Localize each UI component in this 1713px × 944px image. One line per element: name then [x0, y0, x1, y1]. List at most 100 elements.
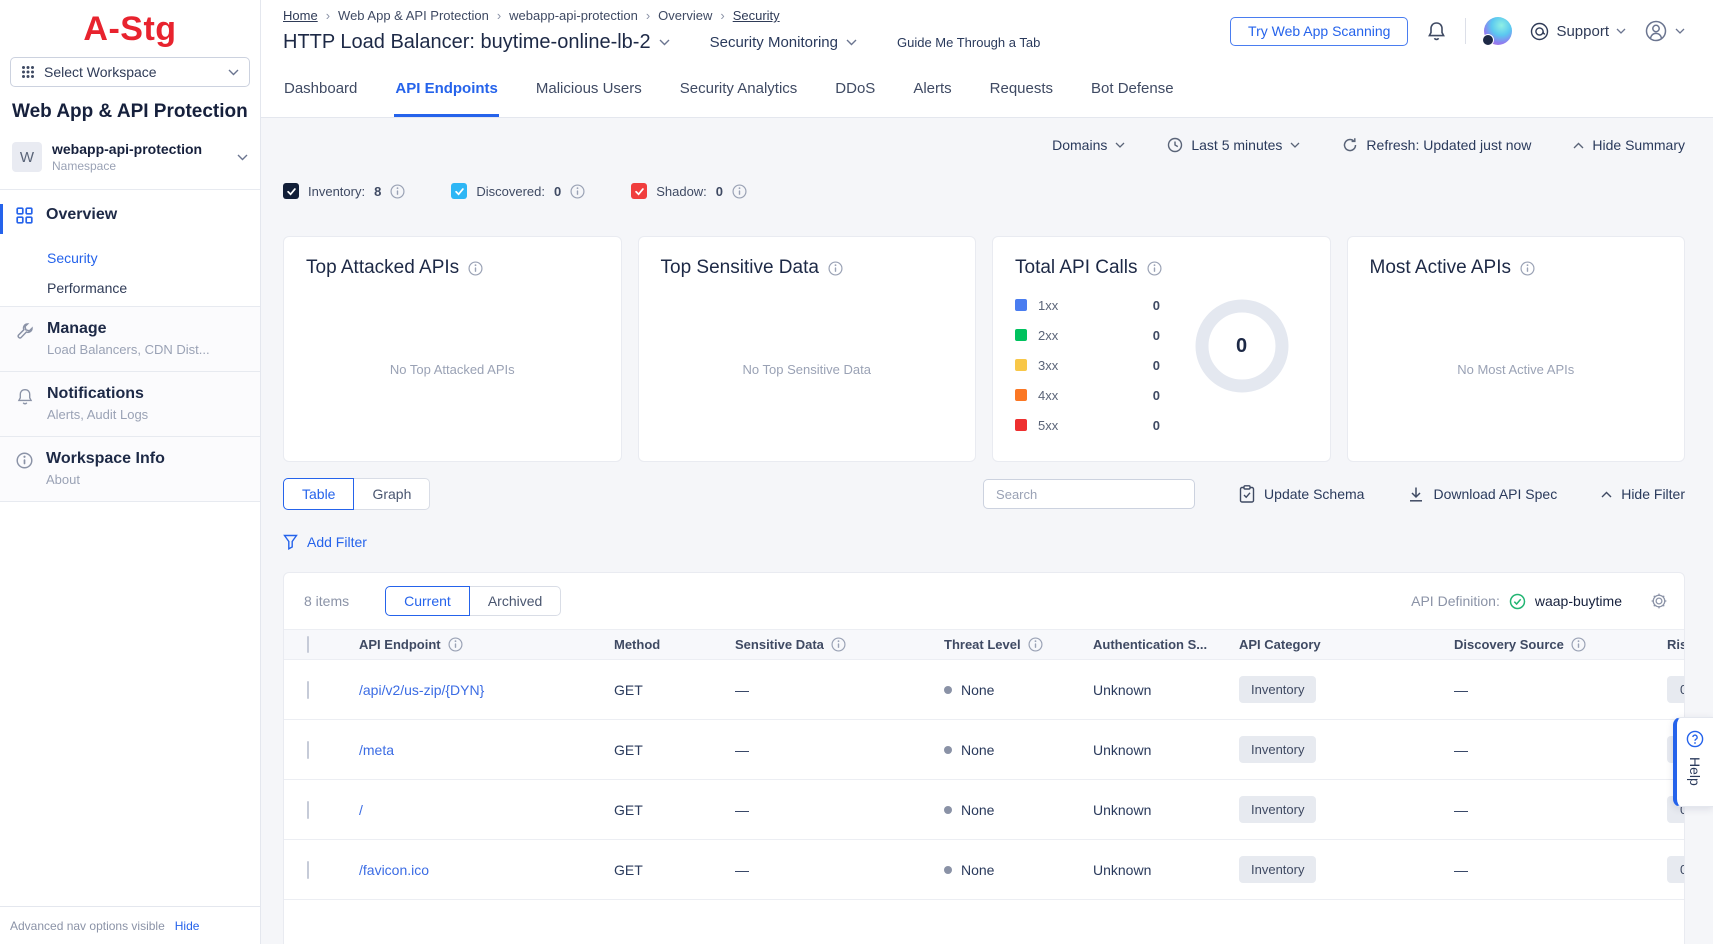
workspace-selector-label: Select Workspace [44, 64, 157, 80]
tab-malicious-users[interactable]: Malicious Users [535, 80, 643, 117]
threat-level-dot [944, 686, 952, 694]
select-all-checkbox[interactable] [307, 636, 309, 653]
account-menu[interactable] [1644, 19, 1685, 43]
table-row: /api/v2/us-zip/{DYN}GET—NoneUnknownInven… [284, 659, 1684, 719]
hide-summary-toggle[interactable]: Hide Summary [1573, 137, 1685, 153]
table-view-button[interactable]: Table [283, 478, 354, 510]
clock-icon [1167, 137, 1183, 153]
info-icon[interactable] [1028, 637, 1043, 652]
search-input[interactable] [983, 479, 1195, 509]
assistant-avatar[interactable] [1484, 17, 1512, 45]
filter-checkbox-shadow[interactable]: Shadow:0 [631, 183, 747, 199]
workspace-selector[interactable]: Select Workspace [10, 57, 250, 87]
endpoint-link[interactable]: /meta [359, 742, 614, 758]
endpoint-link[interactable]: /favicon.ico [359, 862, 614, 878]
legend-value: 0 [1153, 298, 1160, 313]
tab-security-analytics[interactable]: Security Analytics [679, 80, 799, 117]
info-icon[interactable] [1147, 261, 1162, 276]
filter-checkbox-discovered[interactable]: Discovered:0 [451, 183, 585, 199]
row-checkbox[interactable] [307, 681, 309, 699]
row-checkbox[interactable] [307, 861, 309, 879]
tab-alerts[interactable]: Alerts [912, 80, 952, 117]
legend-label: 1xx [1038, 298, 1058, 313]
sidebar-item-workspace-info[interactable]: Workspace InfoAbout [0, 437, 260, 502]
tab-bot-defense[interactable]: Bot Defense [1090, 80, 1175, 117]
sidebar-item-text: NotificationsAlerts, Audit Logs [47, 385, 148, 422]
namespace-selector[interactable]: W webapp-api-protection Namespace [0, 135, 260, 190]
endpoint-link[interactable]: /api/v2/us-zip/{DYN} [359, 682, 614, 698]
time-range-label: Last 5 minutes [1191, 137, 1282, 153]
chevron-up-icon [1601, 491, 1612, 498]
time-range-dropdown[interactable]: Last 5 minutes [1167, 137, 1300, 153]
legend-value: 0 [1153, 358, 1160, 373]
info-icon[interactable] [1571, 637, 1586, 652]
chevron-down-icon [1115, 142, 1125, 148]
gear-icon[interactable] [1650, 592, 1668, 610]
column-header-label: Risk [1667, 637, 1685, 652]
advanced-nav-text: Advanced nav options visible [10, 919, 165, 933]
sidebar-item-overview[interactable]: Overview [0, 190, 260, 232]
info-icon[interactable] [732, 184, 747, 199]
breadcrumb-item[interactable]: Home [283, 8, 338, 23]
sidebar-item-notifications[interactable]: NotificationsAlerts, Audit Logs [0, 372, 260, 437]
sidebar-item-security[interactable]: Security [47, 250, 260, 266]
sensitive-data-cell: — [735, 802, 944, 818]
add-filter-button[interactable]: Add Filter [283, 534, 367, 550]
download-api-spec-button[interactable]: Download API Spec [1408, 486, 1557, 503]
update-schema-button[interactable]: Update Schema [1239, 485, 1364, 503]
info-icon[interactable] [1520, 261, 1535, 276]
tab-ddos[interactable]: DDoS [834, 80, 876, 117]
try-web-app-scanning-button[interactable]: Try Web App Scanning [1230, 17, 1408, 46]
page-tabs: Dashboard API Endpoints Malicious Users Sec… [261, 60, 1713, 118]
tab-dashboard[interactable]: Dashboard [283, 80, 358, 117]
info-icon[interactable] [448, 637, 463, 652]
authentication-cell: Unknown [1093, 742, 1239, 758]
row-checkbox[interactable] [307, 801, 309, 819]
help-label: Help [1687, 757, 1703, 786]
monitoring-selector[interactable]: Security Monitoring [710, 34, 857, 51]
page-title-group[interactable]: HTTP Load Balancer: buytime-online-lb-2 [283, 31, 670, 54]
help-panel-toggle[interactable]: Help [1673, 717, 1713, 807]
guide-me-link[interactable]: Guide Me Through a Tab [897, 35, 1040, 50]
breadcrumb-item[interactable]: Security [733, 8, 780, 23]
domains-dropdown[interactable]: Domains [1052, 137, 1125, 153]
tab-api-endpoints[interactable]: API Endpoints [394, 80, 499, 117]
info-icon[interactable] [828, 261, 843, 276]
info-icon[interactable] [390, 184, 405, 199]
threat-level-cell: None [944, 682, 1093, 698]
hide-filter-toggle[interactable]: Hide Filter [1601, 486, 1685, 502]
breadcrumb-item[interactable]: webapp-api-protection [509, 8, 658, 23]
threat-level-text: None [961, 682, 994, 698]
checkbox-checked-icon[interactable] [631, 183, 647, 199]
api-definition-name[interactable]: waap-buytime [1535, 593, 1622, 609]
info-icon[interactable] [468, 261, 483, 276]
checkbox-checked-icon[interactable] [451, 183, 467, 199]
row-checkbox[interactable] [307, 741, 309, 759]
breadcrumb-item[interactable]: Web App & API Protection [338, 8, 509, 23]
api-category-chip: Inventory [1239, 736, 1316, 763]
threat-level-text: None [961, 862, 994, 878]
current-tab[interactable]: Current [385, 586, 470, 616]
refresh-button[interactable]: Refresh: Updated just now [1342, 137, 1531, 153]
info-icon[interactable] [570, 184, 585, 199]
column-header-threat-level: Threat Level [944, 637, 1093, 652]
graph-view-button[interactable]: Graph [354, 478, 430, 510]
legend-item: 5xx0 [1015, 415, 1160, 435]
chevron-up-icon [1573, 142, 1584, 149]
breadcrumb-item[interactable]: Overview [658, 8, 733, 23]
archived-tab[interactable]: Archived [470, 586, 561, 616]
checkbox-checked-icon[interactable] [283, 183, 299, 199]
namespace-label: Namespace [52, 159, 202, 173]
support-menu[interactable]: Support [1530, 22, 1626, 41]
legend-value: 0 [1153, 418, 1160, 433]
notifications-bell-icon[interactable] [1426, 20, 1447, 42]
app-logo: A-Stg [0, 10, 260, 49]
hide-nav-link[interactable]: Hide [175, 919, 200, 933]
tab-requests[interactable]: Requests [989, 80, 1054, 117]
sidebar-item-manage[interactable]: ManageLoad Balancers, CDN Dist... [0, 307, 260, 372]
api-category-chip: Inventory [1239, 676, 1316, 703]
sidebar-item-performance[interactable]: Performance [47, 280, 260, 296]
endpoint-link[interactable]: / [359, 802, 614, 818]
filter-checkbox-inventory[interactable]: Inventory:8 [283, 183, 405, 199]
info-icon[interactable] [831, 637, 846, 652]
